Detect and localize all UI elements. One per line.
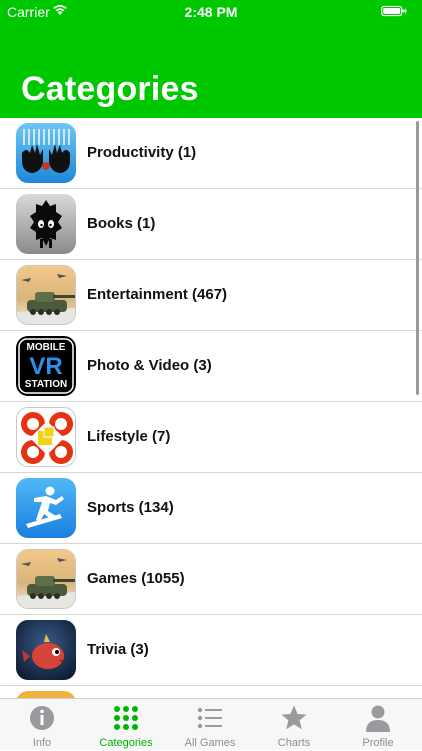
shadow-creature-icon <box>16 194 76 254</box>
category-label: Photo & Video (3) <box>87 357 212 374</box>
tab-info[interactable]: Info <box>0 699 84 751</box>
person-icon <box>366 705 390 732</box>
svg-text:STATION: STATION <box>25 379 67 390</box>
hands-icon <box>16 123 76 183</box>
tab-label: Charts <box>277 737 311 749</box>
tab-label: All Games <box>184 737 236 749</box>
list-icon <box>197 707 222 729</box>
battery-icon <box>381 5 407 17</box>
svg-text:MOBILE: MOBILE <box>27 342 66 353</box>
category-label: Entertainment (467) <box>87 286 228 303</box>
category-label: Games (1055) <box>87 570 185 587</box>
status-bar: Carrier 2:48 PM <box>0 0 422 24</box>
category-row-photo-video[interactable]: MOBILE VR STATION Photo & Video (3) <box>0 331 422 402</box>
status-time: 2:48 PM <box>184 4 238 20</box>
svg-text:VR: VR <box>29 353 62 380</box>
info-icon <box>30 706 54 730</box>
category-row-games[interactable]: Games (1055) <box>0 544 422 615</box>
tank-icon <box>16 549 76 609</box>
tab-label: Profile <box>362 737 394 749</box>
star-icon <box>281 705 307 730</box>
lifestyle-pattern-icon <box>16 407 76 467</box>
tab-all-games[interactable]: All Games <box>168 699 252 751</box>
category-label: Books (1) <box>87 215 156 232</box>
category-row-entertainment[interactable]: Entertainment (467) <box>0 260 422 331</box>
tab-bar: Info Categories All Games Charts Profile <box>0 698 422 750</box>
page-title: Categories <box>21 70 199 108</box>
category-row-partial[interactable] <box>0 686 422 698</box>
tab-profile[interactable]: Profile <box>336 699 420 751</box>
category-row-lifestyle[interactable]: Lifestyle (7) <box>0 402 422 473</box>
category-label: Productivity (1) <box>87 144 197 161</box>
category-label: Sports (134) <box>87 499 174 516</box>
category-row-books[interactable]: Books (1) <box>0 189 422 260</box>
mobile-vr-station-icon: MOBILE VR STATION <box>16 336 76 396</box>
pufferfish-icon <box>16 620 76 680</box>
navigation-header: Carrier 2:48 PM Categories <box>0 0 422 118</box>
category-label: Trivia (3) <box>87 641 149 658</box>
category-row-trivia[interactable]: Trivia (3) <box>0 615 422 686</box>
scroll-indicator[interactable] <box>416 121 419 395</box>
tab-charts[interactable]: Charts <box>252 699 336 751</box>
category-list[interactable]: Productivity (1) Books (1) Entertainment… <box>0 118 422 698</box>
tab-label: Categories <box>99 737 153 749</box>
category-label: Lifestyle (7) <box>87 428 171 445</box>
app-icon <box>16 691 76 698</box>
snowboarder-icon <box>16 478 76 538</box>
category-row-sports[interactable]: Sports (134) <box>0 473 422 544</box>
tank-icon <box>16 265 76 325</box>
tab-categories[interactable]: Categories <box>84 699 168 751</box>
tab-label: Info <box>32 737 52 749</box>
category-row-productivity[interactable]: Productivity (1) <box>0 118 422 189</box>
grid-icon <box>114 706 138 730</box>
